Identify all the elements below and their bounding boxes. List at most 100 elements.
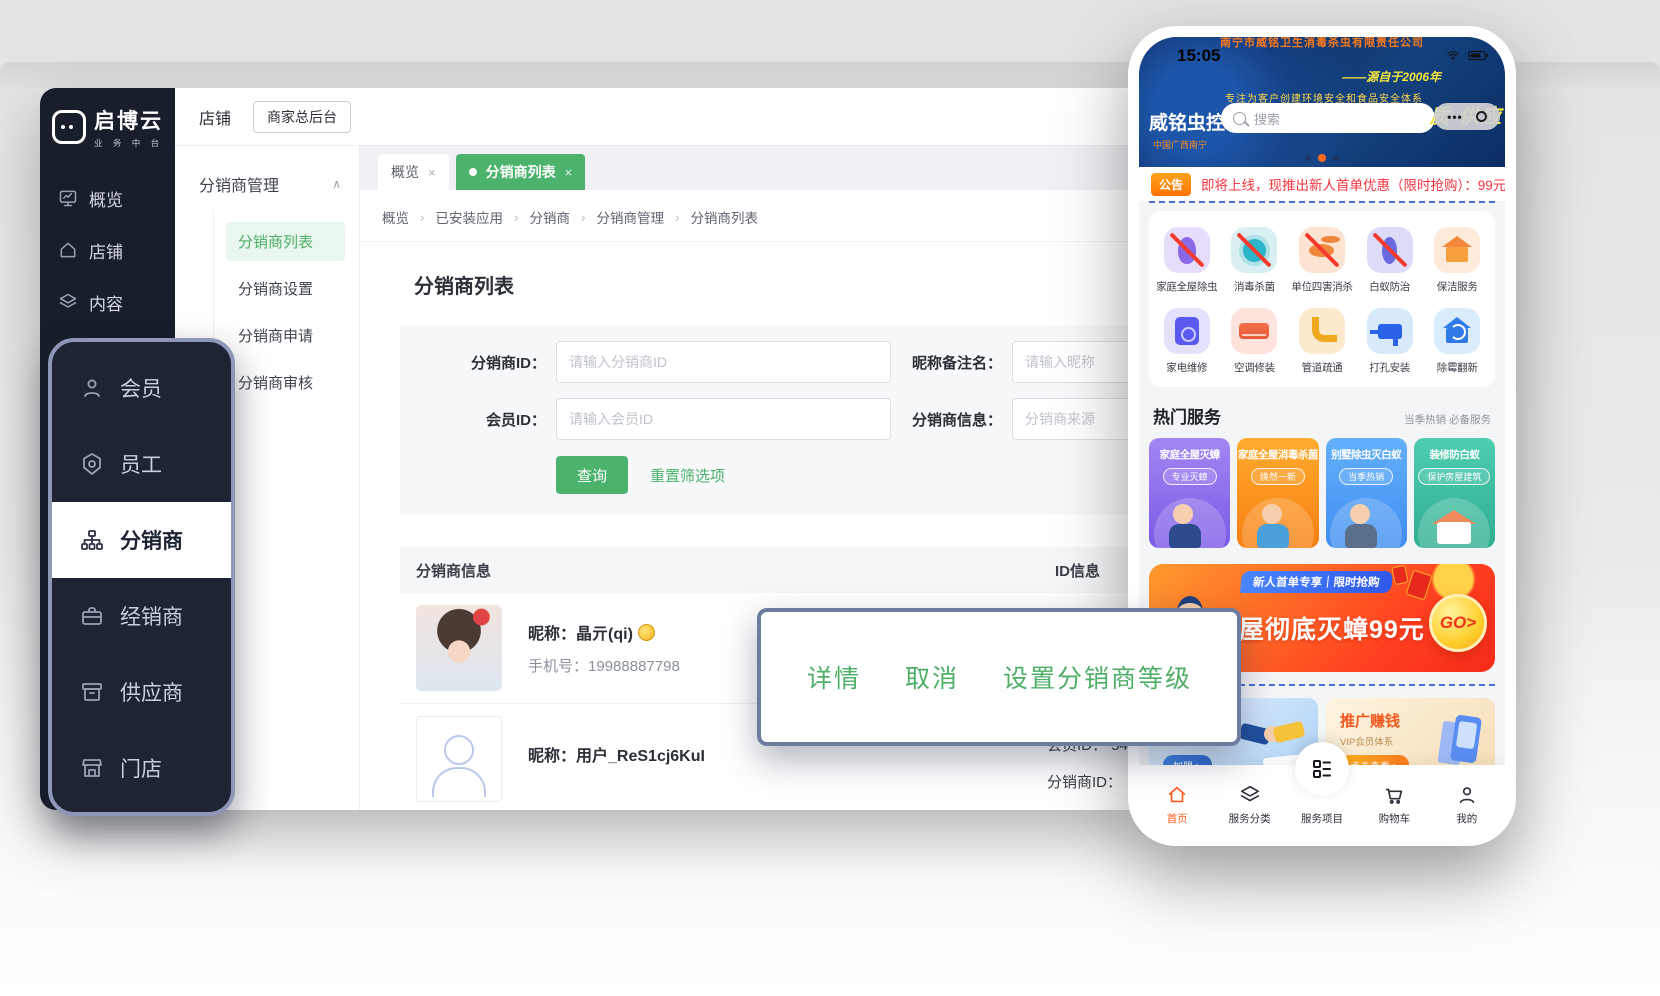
breadcrumb-item[interactable]: 分销商管理 bbox=[597, 207, 665, 227]
breadcrumb-item[interactable]: 分销商 bbox=[530, 207, 571, 227]
service-item[interactable]: 管道疏通 bbox=[1288, 308, 1356, 375]
tab-service-items[interactable]: 服务项目 bbox=[1290, 770, 1354, 826]
service-item[interactable]: 单位四害消杀 bbox=[1288, 227, 1356, 294]
page-title: 分销商列表 bbox=[360, 242, 1140, 299]
service-item[interactable]: 除霉翻新 bbox=[1423, 308, 1491, 375]
worker-illustration bbox=[1237, 496, 1318, 548]
sidebar-item-label: 门店 bbox=[120, 753, 162, 783]
card-badge: 专业灭蟑 bbox=[1163, 468, 1217, 485]
sidebar-item-content[interactable]: 内容 bbox=[40, 276, 175, 328]
capsule-circle-icon[interactable] bbox=[1476, 111, 1487, 122]
submenu-item-distributor-settings[interactable]: 分销商设置 bbox=[226, 269, 345, 308]
nickname-line: 昵称：晶亓(qi) bbox=[528, 620, 680, 644]
home-icon bbox=[1166, 784, 1188, 806]
hot-card-villa[interactable]: 别墅除虫灭白蚁当季热销 bbox=[1326, 438, 1407, 548]
center-tab-circle[interactable] bbox=[1295, 742, 1349, 796]
reset-filters-link[interactable]: 重置筛选项 bbox=[650, 465, 725, 486]
renew-house-icon bbox=[1434, 308, 1480, 354]
sidebar-item-dealer[interactable]: 经销商 bbox=[52, 578, 231, 654]
submenu-title-row[interactable]: 分销商管理 ∧ bbox=[175, 146, 359, 210]
hot-card-roach[interactable]: 家庭全屋灭蟑专业灭蟑 bbox=[1149, 438, 1230, 548]
submenu-item-distributor-review[interactable]: 分销商审核 bbox=[226, 363, 345, 402]
breadcrumb-item[interactable]: 概览 bbox=[382, 207, 409, 227]
clean-house-icon bbox=[1434, 227, 1480, 273]
breadcrumb-sep: › bbox=[514, 210, 519, 225]
set-distributor-level-link[interactable]: 设置分销商等级 bbox=[1003, 659, 1192, 695]
sidebar-item-label: 分销商 bbox=[120, 525, 183, 555]
roach-ban-icon bbox=[1164, 227, 1210, 273]
tab-label: 分销商列表 bbox=[486, 162, 556, 182]
distributor-id-input[interactable] bbox=[556, 341, 891, 383]
sidebar-item-staff[interactable]: 员工 bbox=[52, 426, 231, 502]
sidebar-item-store[interactable]: 门店 bbox=[52, 730, 231, 806]
tab-home[interactable]: 首页 bbox=[1145, 770, 1209, 826]
layers-icon bbox=[1239, 784, 1261, 806]
detail-link[interactable]: 详情 bbox=[807, 659, 861, 695]
sidebar-item-label: 员工 bbox=[120, 449, 162, 479]
search-placeholder: 搜索 bbox=[1254, 109, 1280, 128]
tab-overview[interactable]: 概览 × bbox=[378, 154, 449, 190]
service-label: 白蚁防治 bbox=[1369, 279, 1410, 294]
service-item[interactable]: 保洁服务 bbox=[1423, 227, 1491, 294]
miniprogram-capsule[interactable]: ••• bbox=[1434, 103, 1500, 130]
banner-ribbon: 新人首单专享｜限时抢购 bbox=[1240, 571, 1393, 593]
tab-mine[interactable]: 我的 bbox=[1435, 770, 1499, 826]
service-label: 管道疏通 bbox=[1302, 360, 1343, 375]
service-label: 消毒杀菌 bbox=[1234, 279, 1275, 294]
service-item[interactable]: 家庭全屋除虫 bbox=[1153, 227, 1221, 294]
announcement-bar[interactable]: 公告 即将上线，现推出新人首单优惠（限时抢购）：99元 bbox=[1139, 167, 1505, 201]
distributor-info-input[interactable] bbox=[1012, 398, 1140, 440]
service-item[interactable]: 消毒杀菌 bbox=[1221, 227, 1289, 294]
search-bar[interactable]: 搜索 bbox=[1221, 103, 1435, 133]
submenu-item-distributor-list[interactable]: 分销商列表 bbox=[226, 222, 345, 261]
coin-emoji-icon bbox=[638, 624, 655, 641]
tab-distributor-list[interactable]: 分销商列表 × bbox=[456, 154, 586, 190]
column-distributor-info: 分销商信息 bbox=[400, 560, 491, 581]
handshake-illustration bbox=[1240, 716, 1304, 756]
collapse-caret-icon[interactable]: ∧ bbox=[332, 177, 341, 191]
more-dots-icon[interactable]: ••• bbox=[1447, 111, 1463, 123]
breadcrumb-item[interactable]: 已安装应用 bbox=[436, 207, 504, 227]
go-button[interactable]: GO> bbox=[1429, 594, 1487, 652]
hot-card-termite[interactable]: 装修防白蚁保护房屋建筑 bbox=[1414, 438, 1495, 548]
sidebar-item-members[interactable]: 会员 bbox=[52, 350, 231, 426]
store-label: 店铺 bbox=[199, 105, 231, 129]
announcement-text: 即将上线，现推出新人首单优惠（限时抢购）：99元 bbox=[1201, 174, 1505, 194]
search-button[interactable]: 查询 bbox=[556, 456, 628, 494]
breadcrumb-item[interactable]: 分销商列表 bbox=[691, 207, 759, 227]
red-packet-icon bbox=[1405, 570, 1432, 601]
member-id-label: 会员ID： bbox=[460, 409, 546, 430]
sidebar-item-overview[interactable]: 概览 bbox=[40, 172, 175, 224]
breadcrumb: 概览 › 已安装应用 › 分销商 › 分销商管理 › 分销商列表 bbox=[360, 190, 1140, 242]
backstage-button[interactable]: 商家总后台 bbox=[253, 101, 351, 133]
cancel-link[interactable]: 取消 bbox=[905, 659, 959, 695]
pipe-icon bbox=[1299, 308, 1345, 354]
announcement-badge: 公告 bbox=[1151, 173, 1191, 196]
service-item[interactable]: 空调修装 bbox=[1221, 308, 1289, 375]
sidebar-item-label: 供应商 bbox=[120, 677, 183, 707]
tab-label: 我的 bbox=[1456, 811, 1477, 826]
aircon-icon bbox=[1231, 308, 1277, 354]
card-badge: 保护房屋建筑 bbox=[1418, 468, 1490, 485]
service-item[interactable]: 打孔安装 bbox=[1356, 308, 1424, 375]
hot-card-disinfect[interactable]: 家庭全屋消毒杀菌焕然一新 bbox=[1237, 438, 1318, 548]
close-icon[interactable]: × bbox=[565, 165, 573, 180]
tab-service-category[interactable]: 服务分类 bbox=[1218, 770, 1282, 826]
since-text: ——源自于2006年 bbox=[1342, 68, 1441, 85]
wifi-icon bbox=[1445, 48, 1461, 62]
sidebar-item-distributor[interactable]: 分销商 bbox=[52, 502, 231, 578]
member-id-input[interactable] bbox=[556, 398, 891, 440]
service-item[interactable]: 白蚁防治 bbox=[1356, 227, 1424, 294]
nickname-input[interactable] bbox=[1012, 341, 1140, 383]
submenu-item-distributor-apply[interactable]: 分销商申请 bbox=[226, 316, 345, 355]
sidebar-item-supplier[interactable]: 供应商 bbox=[52, 654, 231, 730]
sidebar-item-shop[interactable]: 店铺 bbox=[40, 224, 175, 276]
tab-cart[interactable]: 购物车 bbox=[1362, 770, 1426, 826]
service-item[interactable]: 家电维修 bbox=[1153, 308, 1221, 375]
home-icon bbox=[58, 240, 78, 260]
close-icon[interactable]: × bbox=[428, 165, 436, 180]
sidebar-item-label: 店铺 bbox=[89, 238, 123, 263]
status-icons bbox=[1445, 48, 1489, 62]
drill-icon bbox=[1367, 308, 1413, 354]
filter-panel: 分销商ID： 昵称备注名： 会员ID： 分销商信息： 查询 重置筛选项 bbox=[400, 325, 1132, 515]
